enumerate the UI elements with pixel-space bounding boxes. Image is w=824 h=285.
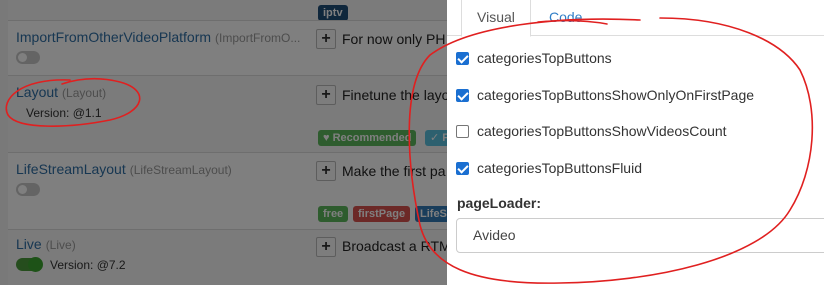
page-loader-label: pageLoader:	[457, 195, 542, 211]
option-label: categoriesTopButtons	[477, 50, 612, 66]
checkbox[interactable]	[456, 161, 469, 175]
option-label: categoriesTopButtonsShowVideosCount	[477, 123, 727, 139]
option-label: categoriesTopButtonsFluid	[477, 160, 642, 176]
tab-code[interactable]: Code	[534, 0, 597, 36]
option-fluid[interactable]: categoriesTopButtonsFluid	[456, 158, 642, 178]
page-loader-input[interactable]: Avideo	[456, 218, 824, 253]
checkbox[interactable]	[456, 124, 469, 138]
tab-visual[interactable]: Visual	[461, 0, 531, 37]
plugin-settings-dialog: Visual Code categoriesTopButtons categor…	[447, 0, 824, 285]
checkbox[interactable]	[456, 51, 469, 65]
option-show-only-on-first-page[interactable]: categoriesTopButtonsShowOnlyOnFirstPage	[456, 85, 754, 105]
option-categories-top-buttons[interactable]: categoriesTopButtons	[456, 48, 612, 68]
editor-tabs: Visual Code	[447, 0, 824, 37]
option-show-videos-count[interactable]: categoriesTopButtonsShowVideosCount	[456, 121, 727, 141]
checkbox[interactable]	[456, 88, 469, 102]
option-label: categoriesTopButtonsShowOnlyOnFirstPage	[477, 87, 755, 103]
